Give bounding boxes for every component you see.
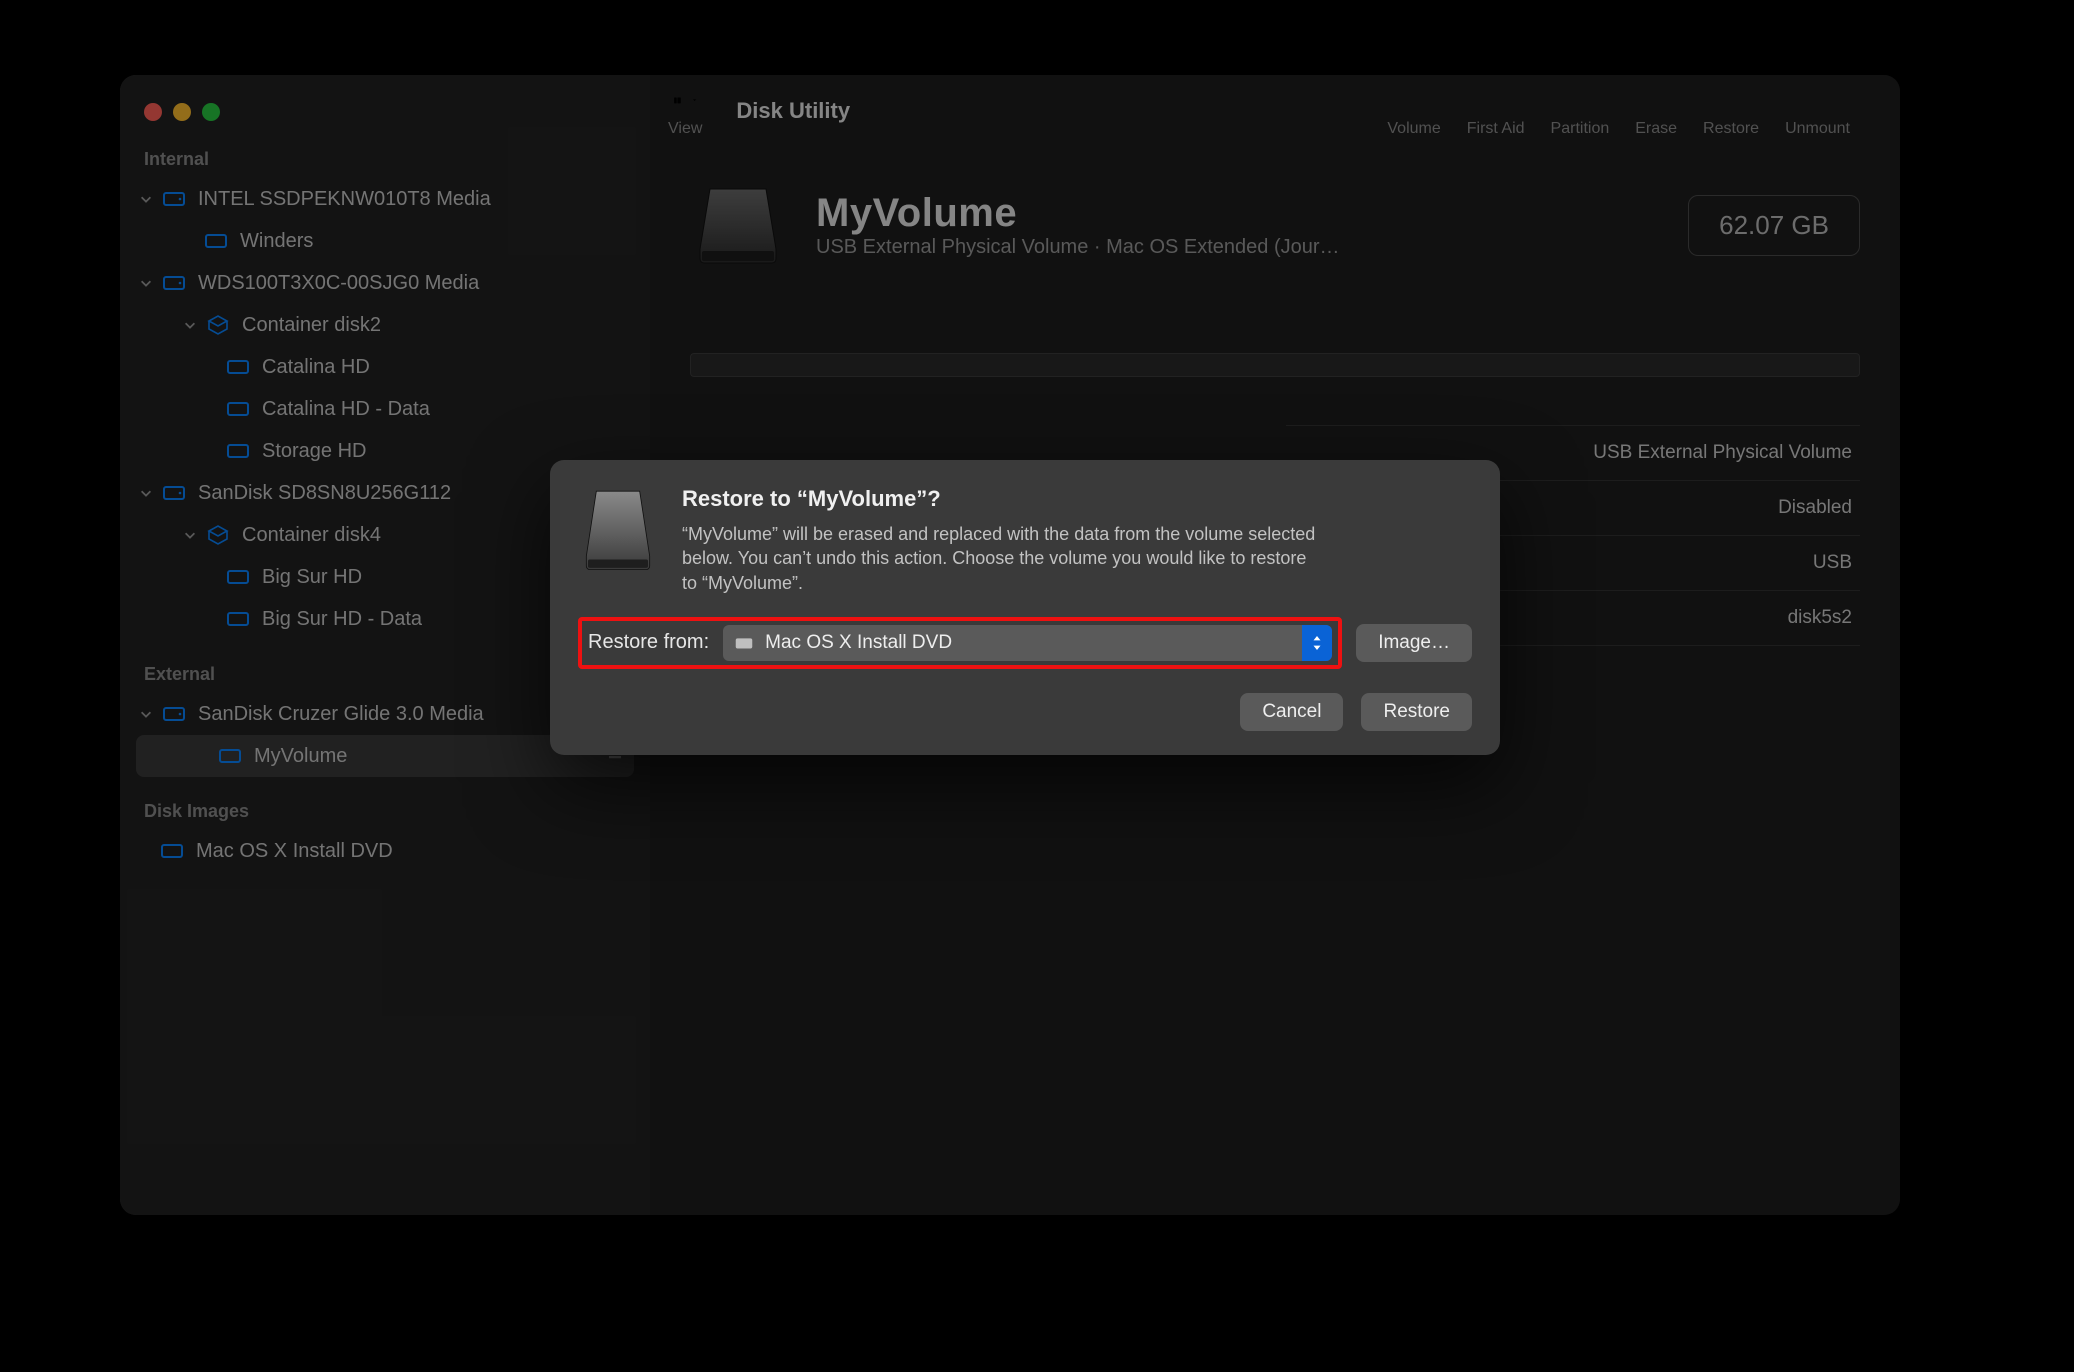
- sidebar-disk-image-item[interactable]: Mac OS X Install DVD: [120, 830, 650, 872]
- sidebar-section-internal: Internal: [120, 143, 650, 178]
- sidebar-disk-item[interactable]: WDS100T3X0C-00SJG0 Media: [120, 262, 650, 304]
- sidebar-item-label: SanDisk Cruzer Glide 3.0 Media: [198, 703, 484, 726]
- chevron-down-icon[interactable]: [138, 485, 154, 501]
- sidebar-volume-item[interactable]: Catalina HD: [120, 346, 650, 388]
- volume-icon: [218, 744, 242, 768]
- volume-icon: [226, 565, 250, 589]
- dialog-body: “MyVolume” will be erased and replaced w…: [682, 522, 1322, 595]
- sidebar-item-label: MyVolume: [254, 745, 347, 768]
- chevron-down-icon[interactable]: [182, 527, 198, 543]
- select-updown-icon: [1302, 625, 1332, 661]
- sidebar-item-label: Big Sur HD: [262, 566, 362, 589]
- image-button[interactable]: Image…: [1356, 624, 1472, 662]
- sidebar-item-label: INTEL SSDPEKNW010T8 Media: [198, 188, 491, 211]
- restore-dialog: Restore to “MyVolume”? “MyVolume” will b…: [550, 460, 1500, 755]
- toolbar-first-aid[interactable]: First Aid: [1467, 84, 1525, 138]
- close-window-button[interactable]: [144, 103, 162, 121]
- cancel-button[interactable]: Cancel: [1240, 693, 1343, 731]
- restore-from-select[interactable]: Mac OS X Install DVD: [723, 625, 1332, 661]
- restore-from-highlight: Restore from: Mac OS X Install DVD: [578, 617, 1342, 669]
- volume-icon: [226, 355, 250, 379]
- volume-icon: [226, 439, 250, 463]
- sidebar-item-label: Mac OS X Install DVD: [196, 840, 393, 863]
- sidebar-item-label: Catalina HD: [262, 356, 370, 379]
- sidebar-section-diskimages: Disk Images: [120, 795, 650, 830]
- volume-size-badge: 62.07 GB: [1688, 195, 1860, 256]
- sidebar-item-label: Storage HD: [262, 440, 367, 463]
- internal-disk-icon: [162, 271, 186, 295]
- window-controls: [120, 87, 650, 143]
- volume-icon: [226, 607, 250, 631]
- container-icon: [206, 313, 230, 337]
- toolbar-volume[interactable]: Volume: [1387, 84, 1440, 138]
- usage-bar: [690, 353, 1860, 377]
- internal-disk-icon: [162, 187, 186, 211]
- chevron-down-icon[interactable]: [138, 275, 154, 291]
- restore-button[interactable]: Restore: [1361, 693, 1472, 731]
- toolbar: View Disk Utility Volume First Aid Parti…: [650, 75, 1900, 147]
- volume-icon: [226, 397, 250, 421]
- minimize-window-button[interactable]: [173, 103, 191, 121]
- sidebar-volume-item[interactable]: Winders: [120, 220, 650, 262]
- external-drive-icon: [578, 486, 658, 578]
- sidebar-disk-item[interactable]: INTEL SSDPEKNW010T8 Media: [120, 178, 650, 220]
- volume-header: MyVolume USB External Physical Volume · …: [690, 177, 1860, 273]
- sidebar-tree-diskimages: Mac OS X Install DVD: [120, 830, 650, 872]
- volume-subtitle: USB External Physical Volume · Mac OS Ex…: [816, 236, 1658, 259]
- restore-from-label: Restore from:: [588, 631, 709, 654]
- volume-icon: [204, 229, 228, 253]
- toolbar-restore[interactable]: Restore: [1703, 84, 1759, 138]
- sidebar-volume-item[interactable]: Catalina HD - Data: [120, 388, 650, 430]
- sidebar-item-label: WDS100T3X0C-00SJG0 Media: [198, 272, 479, 295]
- sidebar-item-label: Big Sur HD - Data: [262, 608, 422, 631]
- toolbar-partition[interactable]: Partition: [1551, 84, 1610, 138]
- dialog-title: Restore to “MyVolume”?: [682, 486, 1322, 512]
- volume-name: MyVolume: [816, 191, 1658, 236]
- sidebar-container-item[interactable]: Container disk2: [120, 304, 650, 346]
- sidebar-item-label: SanDisk SD8SN8U256G112: [198, 482, 451, 505]
- toolbar-unmount[interactable]: Unmount: [1785, 84, 1850, 138]
- container-icon: [206, 523, 230, 547]
- chevron-down-icon[interactable]: [138, 706, 154, 722]
- toolbar-erase[interactable]: Erase: [1635, 84, 1677, 138]
- restore-from-value: Mac OS X Install DVD: [765, 632, 952, 654]
- sidebar-item-label: Container disk4: [242, 524, 381, 547]
- external-disk-icon: [162, 702, 186, 726]
- disk-image-icon: [160, 839, 184, 863]
- chevron-down-icon[interactable]: [182, 317, 198, 333]
- sidebar-item-label: Winders: [240, 230, 313, 253]
- sidebar-item-label: Catalina HD - Data: [262, 398, 430, 421]
- external-drive-icon: [690, 177, 786, 273]
- zoom-window-button[interactable]: [202, 103, 220, 121]
- app-title: Disk Utility: [736, 98, 850, 124]
- volume-icon: [733, 632, 755, 654]
- chevron-down-icon[interactable]: [138, 191, 154, 207]
- toolbar-view[interactable]: View: [668, 84, 702, 138]
- sidebar-item-label: Container disk2: [242, 314, 381, 337]
- internal-disk-icon: [162, 481, 186, 505]
